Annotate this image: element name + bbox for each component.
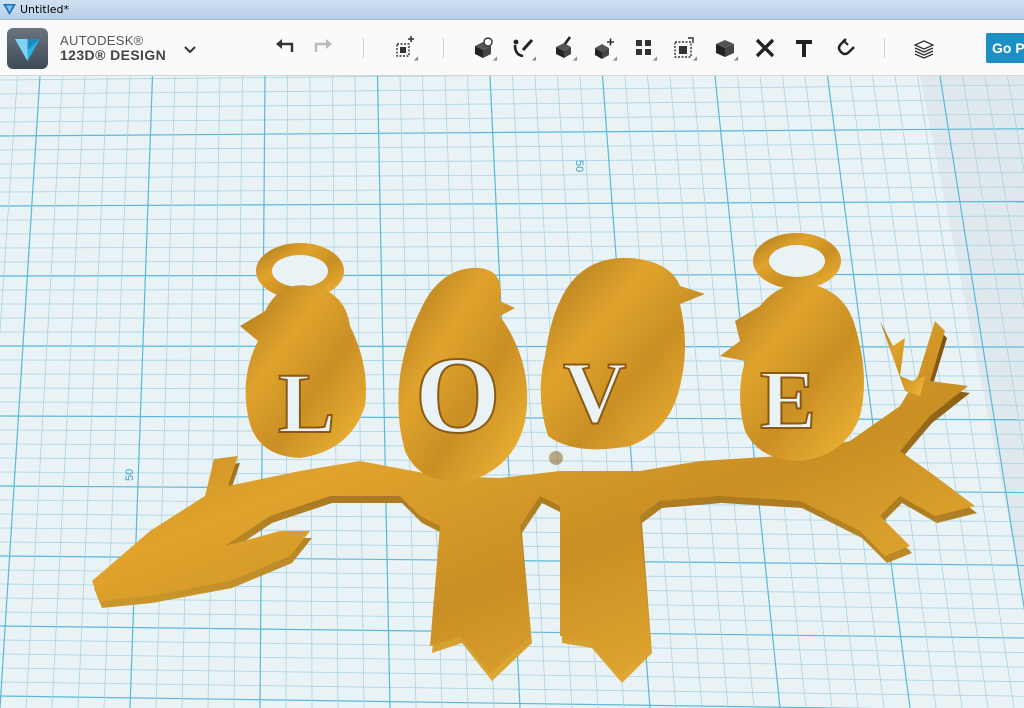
combine-icon [716,40,734,57]
toolbar-separator [363,38,364,58]
snap-icon [837,38,855,56]
construct-button[interactable] [549,34,580,63]
measure-icon [755,38,775,58]
logo-triangle-icon [15,39,40,61]
material-button[interactable] [909,34,939,62]
toolbar-separator [443,38,444,58]
undo-icon [276,39,294,52]
grid-label: 50 [124,469,136,481]
text-icon [796,40,812,57]
logo-line2: 123D® DESIGN [60,47,167,63]
material-icon [913,40,935,59]
app-logo[interactable] [7,28,48,69]
grid-label: 50 [573,160,585,172]
main-toolbar: AUTODESK® 123D® DESIGN Go P [0,20,1024,76]
transform-button[interactable] [390,34,421,63]
model-letter-o: O [415,334,501,456]
window-title: Untitled* [20,3,70,16]
primitives-icon [475,37,493,58]
app-logo-icon [3,4,16,15]
text-button[interactable] [789,34,819,62]
model-letter-v: V [563,345,627,442]
measure-button[interactable] [750,34,780,62]
grouping-icon [674,37,694,58]
workplane-canvas[interactable]: 50 50 50 L O [0,76,1024,708]
snap-button[interactable] [829,34,859,62]
primitives-button[interactable] [469,34,500,63]
logo-line1: AUTODESK® [60,33,144,48]
sketch-button[interactable] [508,34,539,63]
origin-marker-icon [549,451,563,465]
go-premium-button[interactable]: Go P [986,33,1024,63]
app-name: AUTODESK® 123D® DESIGN [60,33,166,63]
undo-button[interactable] [270,34,300,62]
grouping-button[interactable] [669,34,700,63]
modify-icon [595,38,614,59]
modify-button[interactable] [589,34,620,63]
pattern-button[interactable] [629,34,660,63]
redo-button[interactable] [308,34,338,62]
3d-viewport[interactable]: 50 50 50 L O [0,76,1024,708]
transform-icon [396,36,414,57]
combine-button[interactable] [710,34,741,63]
redo-icon [314,39,332,52]
sketch-icon [513,38,534,58]
window-titlebar: Untitled* [0,0,1024,20]
app-menu-chevron-icon[interactable] [182,42,198,56]
toolbar-separator [884,38,885,58]
pattern-icon [636,40,651,55]
model-letter-e: E [760,354,816,447]
construct-icon [556,36,572,58]
model-letter-l: L [278,355,335,451]
